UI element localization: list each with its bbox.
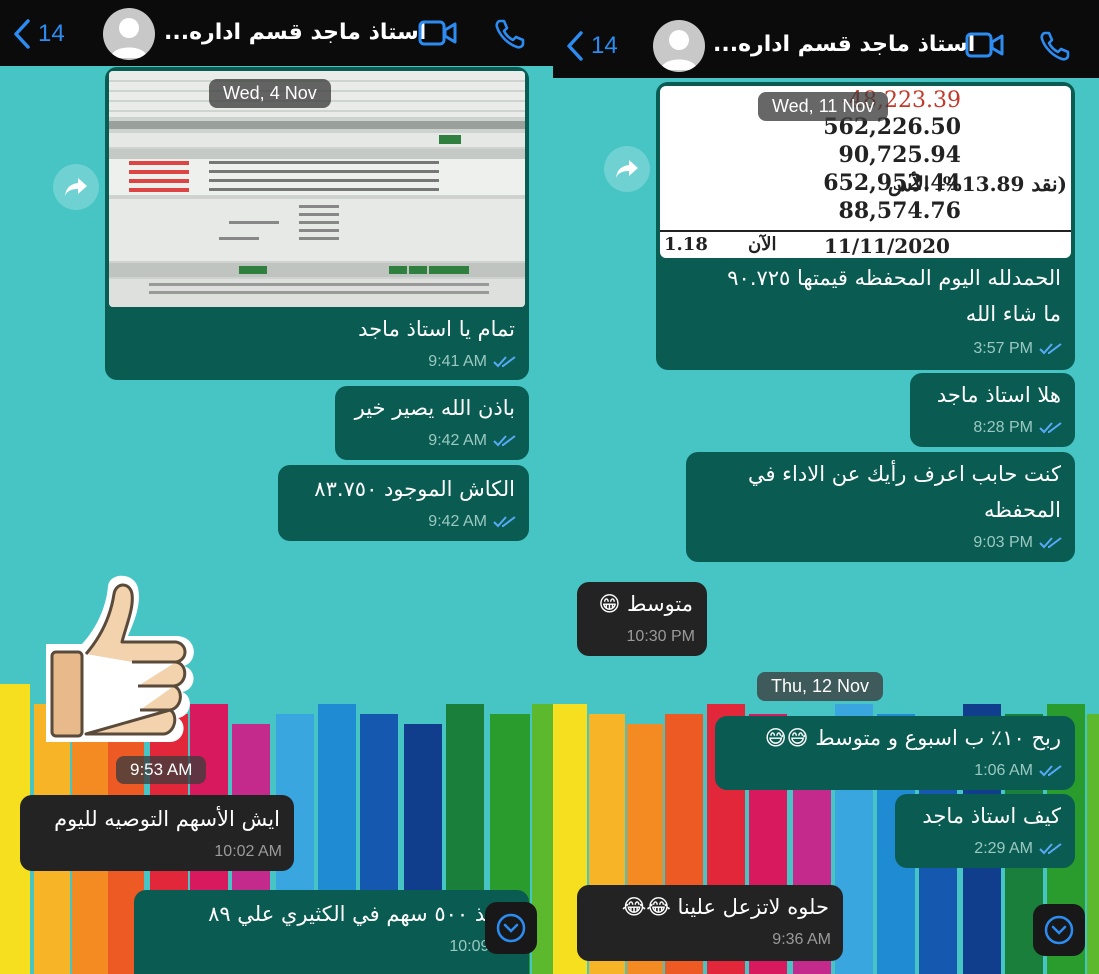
message-bubble-incoming[interactable]: متوسط 😁 10:30 PM (577, 582, 707, 656)
image-number: 88,574.76 (838, 198, 961, 224)
chevron-down-icon (496, 913, 526, 943)
message-time: 9:36 AM (772, 931, 831, 948)
message-text: ربح ١٠٪ ب اسبوع و متوسط 😅😅 (764, 726, 1061, 750)
message-meta: 9:36 AM (772, 931, 831, 949)
forward-icon (616, 160, 638, 178)
message-meta: 3:57 PM (973, 340, 1063, 358)
message-time: 9:42 AM (428, 513, 487, 530)
chat-panel-right: 14 استاذ ماجد قسم اداره... -48,223.39 56… (553, 0, 1099, 974)
chevron-left-icon (14, 19, 30, 49)
date-chip: Wed, 11 Nov (758, 92, 889, 121)
avatar[interactable] (653, 20, 705, 72)
thumbs-up-icon (46, 575, 194, 742)
message-text-line2: ما شاء الله (965, 302, 1061, 326)
message-meta: 1:06 AM (974, 762, 1063, 780)
double-check-icon (493, 435, 516, 447)
double-check-icon (1039, 422, 1062, 434)
double-check-icon (1039, 765, 1062, 777)
phone-icon[interactable] (1039, 30, 1071, 66)
chat-panel-left: 14 استاذ ماجد قسم اداره... Wed, 4 Nov تم… (0, 0, 553, 974)
message-meta: 10:02 AM (214, 843, 282, 861)
image-footer-date: 11/11/2020 (824, 234, 950, 258)
message-bubble[interactable]: الكاش الموجود ٨٣.٧٥٠ 9:42 AM (278, 465, 529, 541)
video-call-icon[interactable] (418, 18, 458, 52)
message-meta: 9:42 AM (428, 432, 517, 450)
message-text-line1: كنت حابب اعرف رأيك عن الاداء في (747, 462, 1061, 486)
back-count: 14 (38, 20, 65, 47)
double-check-icon (493, 516, 516, 528)
message-time: 10:02 AM (214, 843, 282, 860)
back-button[interactable]: 14 (565, 30, 618, 62)
image-message[interactable]: -48,223.39 562,226.50 90,725.94 652,952.… (656, 82, 1075, 370)
date-chip: Thu, 12 Nov (757, 672, 884, 701)
message-meta: 9:42 AM (428, 513, 517, 531)
message-time: 3:57 PM (973, 340, 1033, 357)
message-time: 9:42 AM (428, 432, 487, 449)
forward-button[interactable] (53, 164, 99, 210)
double-check-icon (1039, 537, 1062, 549)
message-text: باذن الله يصير خير (354, 396, 515, 420)
person-icon (661, 30, 697, 70)
message-text: كيف استاذ ماجد (922, 804, 1061, 828)
avatar[interactable] (103, 8, 155, 60)
message-bubble[interactable]: تنفيذ ٥٠٠ سهم في الكثيري علي ٨٩ 10:09 AM (134, 890, 529, 974)
image-message[interactable]: Wed, 4 Nov تمام يا استاذ ماجد 9:41 AM (105, 67, 529, 380)
phone-icon[interactable] (494, 18, 526, 54)
message-meta: 9:03 PM (973, 534, 1063, 552)
message-text: حلوه لاتزعل علينا 😂😂 (621, 895, 829, 919)
chat-header: 14 استاذ ماجد قسم اداره... (553, 0, 1099, 78)
back-button[interactable]: 14 (12, 18, 65, 50)
image-footer-mid: الآن (748, 234, 777, 255)
message-text: تنفيذ ٥٠٠ سهم في الكثيري علي ٨٩ (208, 902, 515, 926)
message-time: 2:29 AM (974, 840, 1033, 857)
chevron-left-icon (567, 31, 583, 61)
person-icon (111, 18, 147, 58)
message-meta: 2:29 AM (974, 840, 1063, 858)
image-number: 90,725.94 (838, 142, 961, 168)
sticker-time: 9:53 AM (116, 756, 207, 784)
message-time: 8:28 PM (973, 419, 1033, 436)
message-time: 9:41 AM (428, 353, 487, 370)
message-text-line1: الحمدلله اليوم المحفظه قيمتها ٩٠.٧٢٥ (727, 266, 1061, 290)
thumbs-up-sticker[interactable] (28, 566, 206, 746)
message-text: متوسط 😁 (598, 592, 693, 616)
double-check-icon (1039, 843, 1062, 855)
message-text: الكاش الموجود ٨٣.٧٥٠ (314, 477, 515, 501)
contact-name[interactable]: استاذ ماجد قسم اداره... (713, 32, 975, 57)
chevron-down-icon (1044, 915, 1074, 945)
message-bubble[interactable]: كنت حابب اعرف رأيك عن الاداء في المحفظه … (686, 452, 1075, 562)
forward-icon (65, 178, 87, 196)
message-bubble-incoming[interactable]: حلوه لاتزعل علينا 😂😂 9:36 AM (577, 885, 843, 961)
scroll-down-button[interactable] (1033, 904, 1085, 956)
message-meta: 8:28 PM (973, 419, 1063, 437)
message-bubble[interactable]: ربح ١٠٪ ب اسبوع و متوسط 😅😅 1:06 AM (715, 716, 1075, 790)
message-text: ايش الأسهم التوصيه لليوم (54, 807, 280, 831)
message-time: 9:03 PM (973, 534, 1033, 551)
chat-header: 14 استاذ ماجد قسم اداره... (0, 0, 553, 66)
message-bubble[interactable]: هلا استاذ ماجد 8:28 PM (910, 373, 1075, 447)
message-text-line2: المحفظه (983, 498, 1061, 522)
message-time: 10:30 PM (626, 628, 695, 645)
message-bubble-incoming[interactable]: ايش الأسهم التوصيه لليوم 10:02 AM (20, 795, 294, 871)
image-percent: (نقد 13.89%، الأس (887, 172, 1067, 196)
message-text: تمام يا استاذ ماجد (358, 317, 515, 341)
forward-button[interactable] (604, 146, 650, 192)
contact-name[interactable]: استاذ ماجد قسم اداره... (164, 20, 426, 45)
message-bubble[interactable]: كيف استاذ ماجد 2:29 AM (895, 794, 1075, 868)
image-footer-left: 1.18 (664, 234, 708, 255)
double-check-icon (493, 356, 516, 368)
message-meta: 9:41 AM (428, 353, 517, 371)
message-meta: 10:30 PM (627, 628, 695, 646)
message-time: 1:06 AM (974, 762, 1033, 779)
double-check-icon (1039, 343, 1062, 355)
scroll-down-button[interactable] (485, 902, 537, 954)
video-call-icon[interactable] (965, 30, 1005, 64)
message-text: هلا استاذ ماجد (936, 383, 1061, 407)
date-chip: Wed, 4 Nov (209, 79, 331, 108)
message-bubble[interactable]: باذن الله يصير خير 9:42 AM (335, 386, 529, 460)
back-count: 14 (591, 32, 618, 59)
